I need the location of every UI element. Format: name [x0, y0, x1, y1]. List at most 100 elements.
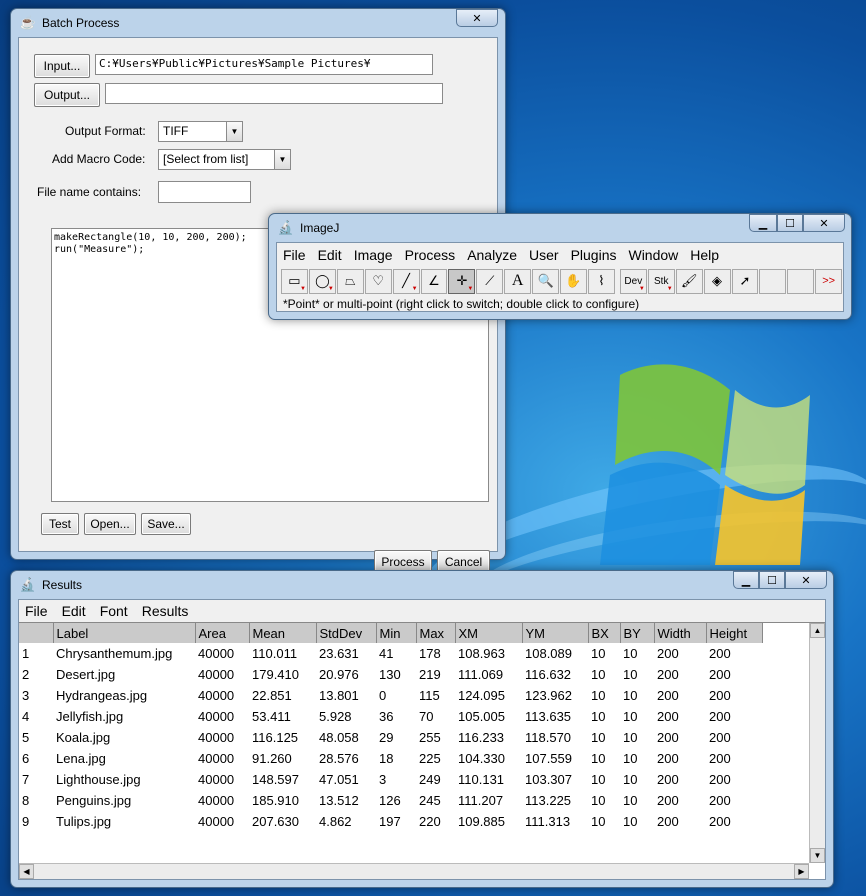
test-button[interactable]: Test — [41, 513, 79, 535]
scroll-left-icon[interactable]: ◀ — [19, 864, 34, 879]
filename-field[interactable] — [158, 181, 251, 203]
polygon-tool-icon[interactable]: ⏢ — [336, 268, 364, 294]
dropper-tool-icon[interactable]: ⌇ — [587, 268, 615, 294]
point-tool-icon[interactable]: ✛ ▼ — [448, 268, 476, 294]
column-header[interactable]: Max — [416, 623, 456, 643]
table-row[interactable]: 8 Penguins.jpg 40000 185.910 13.512 126 245 111… — [19, 790, 762, 811]
column-header[interactable] — [19, 623, 54, 643]
table-cell: 10 — [591, 667, 606, 682]
macro-code-select[interactable]: [Select from list] ▼ — [158, 149, 291, 170]
rectangle-tool-icon[interactable]: ▭ ▼ — [281, 268, 308, 294]
input-button[interactable]: Input... — [34, 54, 90, 78]
table-cell: 40000 — [198, 709, 235, 724]
table-row[interactable]: 1 Chrysanthemum.jpg 40000 110.011 23.631 41 17… — [19, 643, 762, 664]
batch-titlebar[interactable]: ☕ Batch Process ✕ — [18, 9, 498, 37]
column-header[interactable]: Area — [195, 623, 250, 643]
results-titlebar[interactable]: 🔬 Results ▁ ☐ ✕ — [18, 571, 827, 599]
table-cell: 219 — [419, 667, 441, 682]
column-header[interactable]: Label — [53, 623, 196, 643]
freehand-tool-icon[interactable]: ♡ — [364, 268, 392, 294]
table-row[interactable]: 7 Lighthouse.jpg 40000 148.597 47.051 3 249 110… — [19, 769, 762, 790]
column-header[interactable]: BY — [620, 623, 655, 643]
dropdown-arrow-icon[interactable]: ▼ — [274, 150, 290, 169]
stk-tool[interactable]: Stk ▼ — [647, 268, 675, 294]
column-header[interactable]: XM — [455, 623, 523, 643]
menu-window[interactable]: Window — [628, 247, 678, 263]
table-cell: 10 — [591, 730, 606, 745]
column-header[interactable]: Width — [654, 623, 707, 643]
column-header[interactable]: YM — [522, 623, 589, 643]
dev-tool[interactable]: Dev ▼ — [619, 268, 647, 294]
menu-results[interactable]: Results — [142, 603, 189, 619]
output-path-field[interactable] — [105, 83, 443, 104]
more-tools-button[interactable]: >> — [815, 268, 843, 294]
horizontal-scrollbar[interactable]: ◀ ▶ — [19, 863, 809, 879]
table-cell: 200 — [709, 814, 731, 829]
output-button[interactable]: Output... — [34, 83, 100, 107]
maximize-button[interactable]: ☐ — [759, 571, 785, 589]
scroll-down-icon[interactable]: ▼ — [810, 848, 825, 863]
imagej-titlebar[interactable]: 🔬 ImageJ ▁ ☐ ✕ — [276, 214, 845, 242]
table-cell: 3 — [379, 772, 387, 787]
oval-tool-icon[interactable]: ◯ ▼ — [308, 268, 336, 294]
output-format-select[interactable]: TIFF ▼ — [158, 121, 243, 142]
menu-edit[interactable]: Edit — [62, 603, 86, 619]
wand-tool-icon[interactable]: ⟋ — [476, 268, 504, 294]
column-header[interactable]: Mean — [249, 623, 317, 643]
table-cell: 200 — [657, 730, 679, 745]
menu-edit[interactable]: Edit — [318, 247, 342, 263]
table-row[interactable]: 2 Desert.jpg 40000 179.410 20.976 130 219 111.0… — [19, 664, 762, 685]
menu-analyze[interactable]: Analyze — [467, 247, 517, 263]
table-cell: 10 — [623, 793, 638, 808]
angle-tool-icon[interactable]: ∠ — [420, 268, 448, 294]
table-cell: 10 — [591, 751, 606, 766]
table-cell: 36 — [379, 709, 394, 724]
maximize-button[interactable]: ☐ — [777, 214, 803, 232]
menu-image[interactable]: Image — [354, 247, 393, 263]
vertical-scrollbar[interactable]: ▲ ▼ — [809, 623, 825, 863]
close-button[interactable]: ✕ — [803, 214, 845, 232]
column-header[interactable]: Min — [376, 623, 417, 643]
scroll-right-icon[interactable]: ▶ — [794, 864, 809, 879]
menu-user[interactable]: User — [529, 247, 559, 263]
table-row[interactable]: 3 Hydrangeas.jpg 40000 22.851 13.801 0 115 124.… — [19, 685, 762, 706]
close-button[interactable]: ✕ — [456, 9, 498, 27]
table-cell: 47.051 — [319, 772, 359, 787]
magnifier-tool-icon[interactable]: 🔍 — [532, 268, 560, 294]
table-cell: 200 — [709, 751, 731, 766]
table-cell: 178 — [419, 646, 441, 661]
line-tool-icon[interactable]: ╱ ▼ — [392, 268, 420, 294]
open-button[interactable]: Open... — [84, 513, 136, 535]
table-cell: 200 — [709, 667, 731, 682]
table-cell: 108.963 — [458, 646, 505, 661]
menu-file[interactable]: File — [283, 247, 306, 263]
menu-process[interactable]: Process — [405, 247, 456, 263]
input-path-field[interactable]: C:¥Users¥Public¥Pictures¥Sample Pictures… — [95, 54, 433, 75]
fill-tool-icon[interactable]: ◈ — [703, 268, 731, 294]
arrow-tool-icon[interactable]: ➚ — [731, 268, 759, 294]
menu-plugins[interactable]: Plugins — [571, 247, 617, 263]
column-header[interactable]: StdDev — [316, 623, 377, 643]
table-row[interactable]: 9 Tulips.jpg 40000 207.630 4.862 197 220 109.88… — [19, 811, 762, 832]
hand-tool-icon[interactable]: ✋ — [560, 268, 587, 294]
text-tool-icon[interactable]: A — [504, 268, 532, 294]
scroll-up-icon[interactable]: ▲ — [810, 623, 825, 638]
column-header[interactable]: Height — [706, 623, 763, 643]
column-header[interactable]: BX — [588, 623, 621, 643]
table-cell: Lighthouse.jpg — [56, 772, 141, 787]
table-row[interactable]: 5 Koala.jpg 40000 116.125 48.058 29 255 116.233… — [19, 727, 762, 748]
table-cell: 255 — [419, 730, 441, 745]
close-button[interactable]: ✕ — [785, 571, 827, 589]
table-row[interactable]: 4 Jellyfish.jpg 40000 53.411 5.928 36 70 105.00… — [19, 706, 762, 727]
save-button[interactable]: Save... — [141, 513, 191, 535]
menu-font[interactable]: Font — [100, 603, 128, 619]
menu-help[interactable]: Help — [690, 247, 719, 263]
table-cell: 40000 — [198, 688, 235, 703]
minimize-button[interactable]: ▁ — [749, 214, 777, 232]
brush-tool-icon[interactable]: 🖌 — [675, 268, 703, 294]
minimize-button[interactable]: ▁ — [733, 571, 759, 589]
menu-file[interactable]: File — [25, 603, 48, 619]
dropdown-arrow-icon[interactable]: ▼ — [226, 122, 242, 141]
table-cell: 200 — [657, 793, 679, 808]
table-row[interactable]: 6 Lena.jpg 40000 91.260 28.576 18 225 104.330 10… — [19, 748, 762, 769]
